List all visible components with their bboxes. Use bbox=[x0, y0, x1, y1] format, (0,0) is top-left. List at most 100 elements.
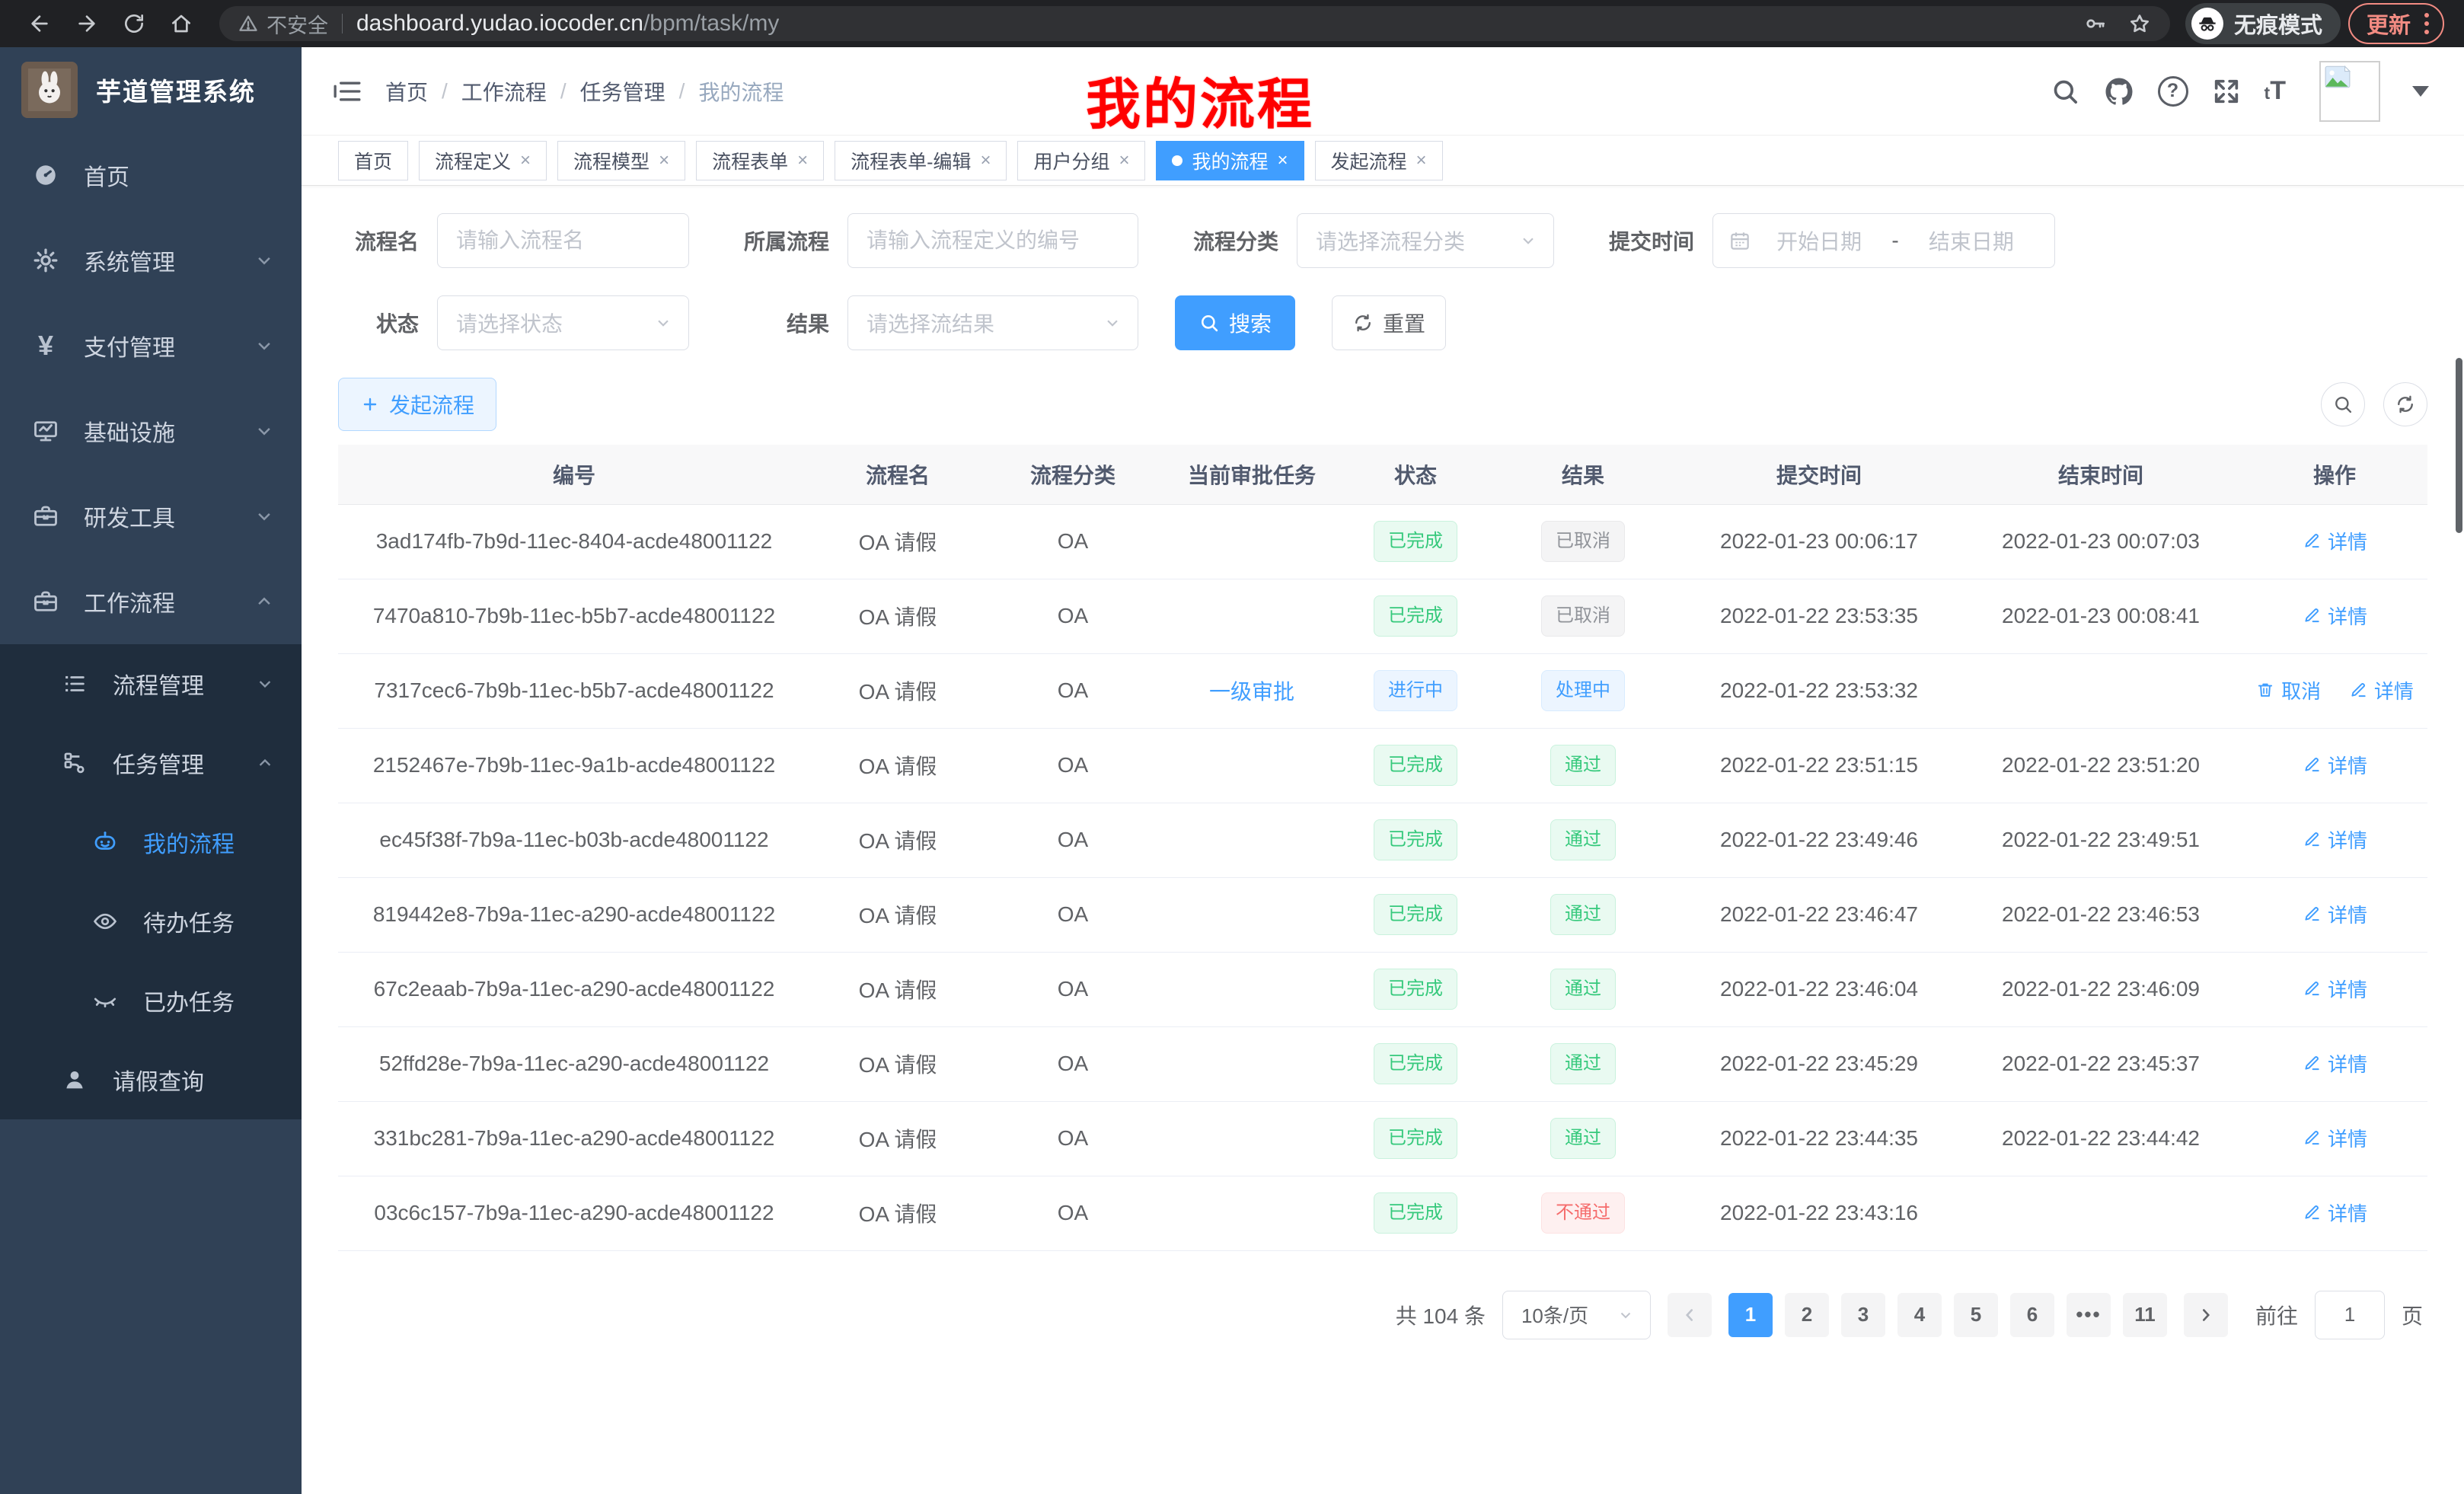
parent-process-input[interactable] bbox=[847, 213, 1138, 268]
workflow-submenu: 流程管理 任务管理 我的流程 bbox=[0, 644, 302, 1119]
tab-process-form-edit[interactable]: 流程表单-编辑× bbox=[835, 141, 1007, 180]
close-icon[interactable]: × bbox=[980, 150, 991, 171]
breadcrumb-home[interactable]: 首页 bbox=[385, 76, 428, 107]
cell-submit-time: 2022-01-23 00:06:17 bbox=[1678, 504, 1960, 579]
caret-down-icon[interactable] bbox=[2412, 86, 2429, 97]
breadcrumb-workflow[interactable]: 工作流程 bbox=[461, 76, 547, 107]
page-button[interactable]: 11 bbox=[2123, 1293, 2167, 1337]
scrollbar-thumb[interactable] bbox=[2456, 358, 2462, 533]
detail-link[interactable]: 详情 bbox=[2302, 527, 2367, 555]
detail-link[interactable]: 详情 bbox=[2302, 751, 2367, 779]
sidebar-item-todo-tasks[interactable]: 待办任务 bbox=[0, 882, 302, 961]
help-icon[interactable]: ? bbox=[2158, 76, 2188, 107]
toggle-search-button[interactable] bbox=[2321, 382, 2365, 426]
submit-time-range-picker[interactable]: 开始日期 - 结束日期 bbox=[1712, 213, 2055, 268]
tab-home[interactable]: 首页 bbox=[338, 141, 408, 180]
detail-link[interactable]: 详情 bbox=[2302, 1199, 2367, 1227]
github-icon[interactable] bbox=[2103, 75, 2135, 107]
font-size-icon[interactable]: tT bbox=[2265, 76, 2286, 106]
tab-process-model[interactable]: 流程模型× bbox=[557, 141, 685, 180]
tab-my-process[interactable]: 我的流程× bbox=[1156, 141, 1304, 180]
detail-link[interactable]: 详情 bbox=[2302, 900, 2367, 928]
cell-process-name: OA 请假 bbox=[810, 504, 985, 579]
back-icon[interactable] bbox=[20, 4, 59, 43]
home-icon[interactable] bbox=[161, 4, 201, 43]
sidebar-item-workflow[interactable]: 工作流程 bbox=[0, 559, 302, 644]
prev-page-button[interactable] bbox=[1668, 1293, 1712, 1337]
sidebar-item-task-management[interactable]: 任务管理 bbox=[0, 723, 302, 803]
process-name-input[interactable] bbox=[437, 213, 689, 268]
fullscreen-icon[interactable] bbox=[2211, 76, 2242, 107]
close-icon[interactable]: × bbox=[1278, 150, 1288, 171]
sidebar-item-process-management[interactable]: 流程管理 bbox=[0, 644, 302, 723]
result-select[interactable]: 请选择流结果 bbox=[847, 295, 1138, 350]
app-title: 芋道管理系统 bbox=[96, 72, 256, 108]
bookmark-star-icon[interactable] bbox=[2127, 11, 2152, 36]
detail-link[interactable]: 详情 bbox=[2302, 1124, 2367, 1152]
cell-end-time bbox=[1960, 1176, 2242, 1250]
sidebar-item-system[interactable]: 系统管理 bbox=[0, 218, 302, 303]
tab-process-definition[interactable]: 流程定义× bbox=[419, 141, 547, 180]
result-badge: 通过 bbox=[1550, 819, 1616, 860]
sidebar-toggle-icon[interactable] bbox=[332, 76, 362, 107]
breadcrumb-task-management[interactable]: 任务管理 bbox=[580, 76, 665, 107]
breadcrumb: 首页 / 工作流程 / 任务管理 / 我的流程 bbox=[385, 76, 784, 107]
close-icon[interactable]: × bbox=[797, 150, 808, 171]
address-bar[interactable]: 不安全 dashboard.yudao.iocoder.cn/bpm/task/… bbox=[219, 6, 2170, 41]
goto-page-input[interactable] bbox=[2315, 1291, 2385, 1339]
sidebar-item-payment[interactable]: ¥ 支付管理 bbox=[0, 303, 302, 388]
page-button[interactable]: 5 bbox=[1954, 1293, 1998, 1337]
refresh-button[interactable] bbox=[2383, 382, 2427, 426]
start-process-button[interactable]: 发起流程 bbox=[338, 378, 496, 431]
status-select[interactable]: 请选择状态 bbox=[437, 295, 689, 350]
task-link[interactable]: 一级审批 bbox=[1209, 680, 1294, 704]
search-button[interactable]: 搜索 bbox=[1175, 295, 1295, 350]
table-row: 2152467e-7b9b-11ec-9a1b-acde48001122 OA … bbox=[338, 728, 2427, 803]
tab-process-form[interactable]: 流程表单× bbox=[696, 141, 824, 180]
next-page-button[interactable] bbox=[2184, 1293, 2228, 1337]
sidebar-item-done-tasks[interactable]: 已办任务 bbox=[0, 961, 302, 1040]
page-button[interactable]: ••• bbox=[2067, 1293, 2111, 1337]
page-button[interactable]: 2 bbox=[1785, 1293, 1829, 1337]
reset-button[interactable]: 重置 bbox=[1332, 295, 1446, 350]
result-badge: 通过 bbox=[1550, 1043, 1616, 1084]
detail-link[interactable]: 详情 bbox=[2302, 975, 2367, 1003]
sidebar-item-devtools[interactable]: 研发工具 bbox=[0, 474, 302, 559]
cell-submit-time: 2022-01-22 23:53:32 bbox=[1678, 653, 1960, 728]
cell-current-task bbox=[1160, 1176, 1343, 1250]
search-icon[interactable] bbox=[2050, 76, 2080, 107]
close-icon[interactable]: × bbox=[1416, 150, 1427, 171]
cancel-link[interactable]: 取消 bbox=[2255, 676, 2321, 704]
browser-menu-button[interactable]: 更新 bbox=[2348, 3, 2444, 44]
app-logo: 芋道管理系统 bbox=[0, 47, 302, 132]
detail-link[interactable]: 详情 bbox=[2302, 825, 2367, 854]
forward-icon[interactable] bbox=[67, 4, 107, 43]
page-button[interactable]: 3 bbox=[1841, 1293, 1885, 1337]
status-badge: 已完成 bbox=[1374, 1118, 1457, 1159]
page-button[interactable]: 1 bbox=[1728, 1293, 1773, 1337]
sidebar-item-home[interactable]: 首页 bbox=[0, 132, 302, 218]
sidebar-item-my-process[interactable]: 我的流程 bbox=[0, 803, 302, 882]
detail-link[interactable]: 详情 bbox=[2302, 602, 2367, 630]
reload-icon[interactable] bbox=[114, 4, 154, 43]
page-button[interactable]: 6 bbox=[2010, 1293, 2054, 1337]
tab-user-group[interactable]: 用户分组× bbox=[1017, 141, 1145, 180]
tabs-bar: 首页 流程定义× 流程模型× 流程表单× 流程表单-编辑× 用户分组× 我的流程… bbox=[302, 136, 2464, 186]
tab-start-process[interactable]: 发起流程× bbox=[1315, 141, 1443, 180]
avatar[interactable] bbox=[2319, 61, 2380, 122]
page-button[interactable]: 4 bbox=[1897, 1293, 1942, 1337]
page-size-select[interactable]: 10条/页 bbox=[1502, 1291, 1651, 1339]
goto-suffix: 页 bbox=[2402, 1300, 2423, 1330]
close-icon[interactable]: × bbox=[520, 150, 531, 171]
close-icon[interactable]: × bbox=[659, 150, 669, 171]
cell-current-task bbox=[1160, 952, 1343, 1026]
detail-link[interactable]: 详情 bbox=[2302, 1049, 2367, 1077]
result-label: 结果 bbox=[726, 308, 847, 338]
category-select[interactable]: 请选择流程分类 bbox=[1297, 213, 1554, 268]
sidebar-item-infrastructure[interactable]: 基础设施 bbox=[0, 388, 302, 474]
sidebar-item-leave-query[interactable]: 请假查询 bbox=[0, 1040, 302, 1119]
key-icon[interactable] bbox=[2083, 11, 2108, 36]
close-icon[interactable]: × bbox=[1119, 150, 1129, 171]
detail-link[interactable]: 详情 bbox=[2348, 676, 2414, 704]
security-warning-icon[interactable] bbox=[238, 13, 259, 34]
